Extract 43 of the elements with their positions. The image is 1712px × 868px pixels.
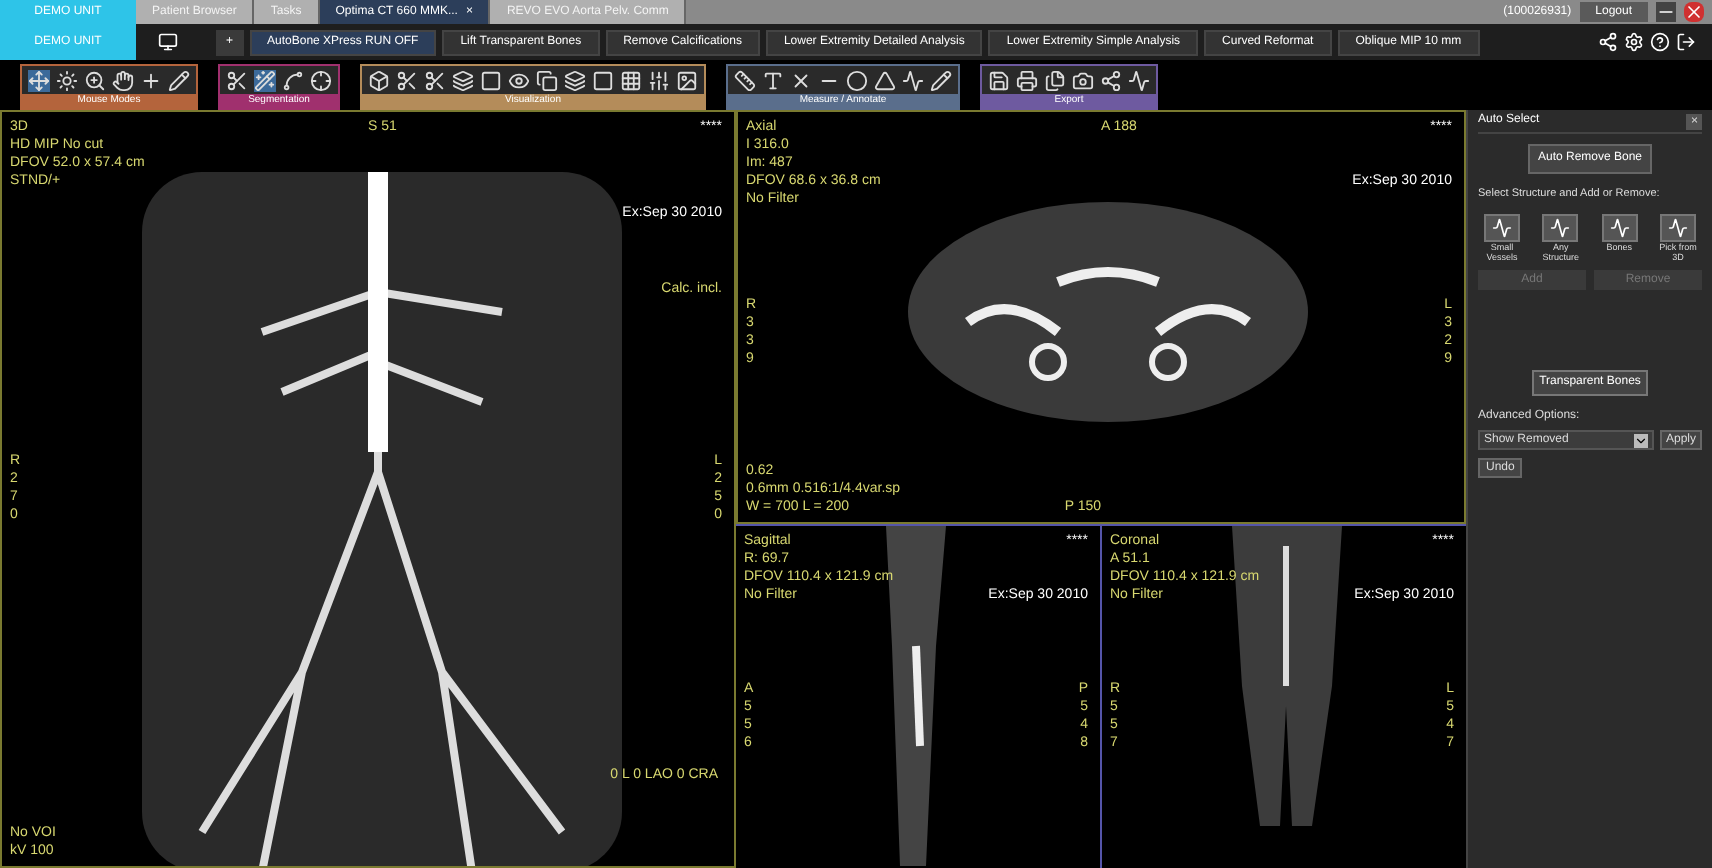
text-icon[interactable] [762, 69, 784, 91]
brightness-icon[interactable] [56, 69, 78, 91]
files-icon[interactable] [1044, 69, 1066, 91]
move-icon[interactable] [28, 69, 50, 91]
waveform-icon[interactable] [902, 69, 924, 91]
minimize-icon[interactable] [1656, 2, 1676, 22]
sliders-icon[interactable] [648, 69, 670, 91]
share-icon[interactable] [1598, 32, 1618, 52]
square-icon[interactable] [480, 69, 502, 91]
image-icon[interactable] [676, 69, 698, 91]
eye-icon[interactable] [508, 69, 530, 91]
zoom-icon[interactable] [84, 69, 106, 91]
save-icon[interactable] [988, 69, 1010, 91]
layers-icon[interactable] [452, 69, 474, 91]
scissors-icon[interactable] [396, 69, 418, 91]
cube-icon[interactable] [368, 69, 390, 91]
caret-icon [1633, 433, 1648, 448]
cross-icon[interactable] [790, 69, 812, 91]
grid-icon[interactable] [620, 69, 642, 91]
close-icon[interactable] [1684, 2, 1704, 22]
settings-icon[interactable] [1624, 32, 1644, 52]
exit-icon[interactable] [1676, 32, 1696, 52]
hand-icon[interactable] [112, 69, 134, 91]
waveform-icon[interactable] [1128, 69, 1150, 91]
circle-icon[interactable] [846, 69, 868, 91]
printer-icon[interactable] [1016, 69, 1038, 91]
plus-icon[interactable] [140, 69, 162, 91]
wand-icon[interactable] [254, 69, 276, 91]
layers-icon[interactable] [564, 69, 586, 91]
triangle-icon[interactable] [874, 69, 896, 91]
camera-icon[interactable] [1072, 69, 1094, 91]
ruler-icon[interactable] [734, 69, 756, 91]
scissors-icon[interactable] [226, 69, 248, 91]
pencil-icon[interactable] [168, 69, 190, 91]
crosshair-icon[interactable] [310, 69, 332, 91]
square-icon[interactable] [592, 69, 614, 91]
help-icon[interactable] [1650, 32, 1670, 52]
pencil-icon[interactable] [930, 69, 952, 91]
copy-icon[interactable] [536, 69, 558, 91]
monitor-icon[interactable] [158, 32, 178, 52]
share-icon[interactable] [1100, 69, 1122, 91]
scissors-icon[interactable] [424, 69, 446, 91]
curve-icon[interactable] [282, 69, 304, 91]
